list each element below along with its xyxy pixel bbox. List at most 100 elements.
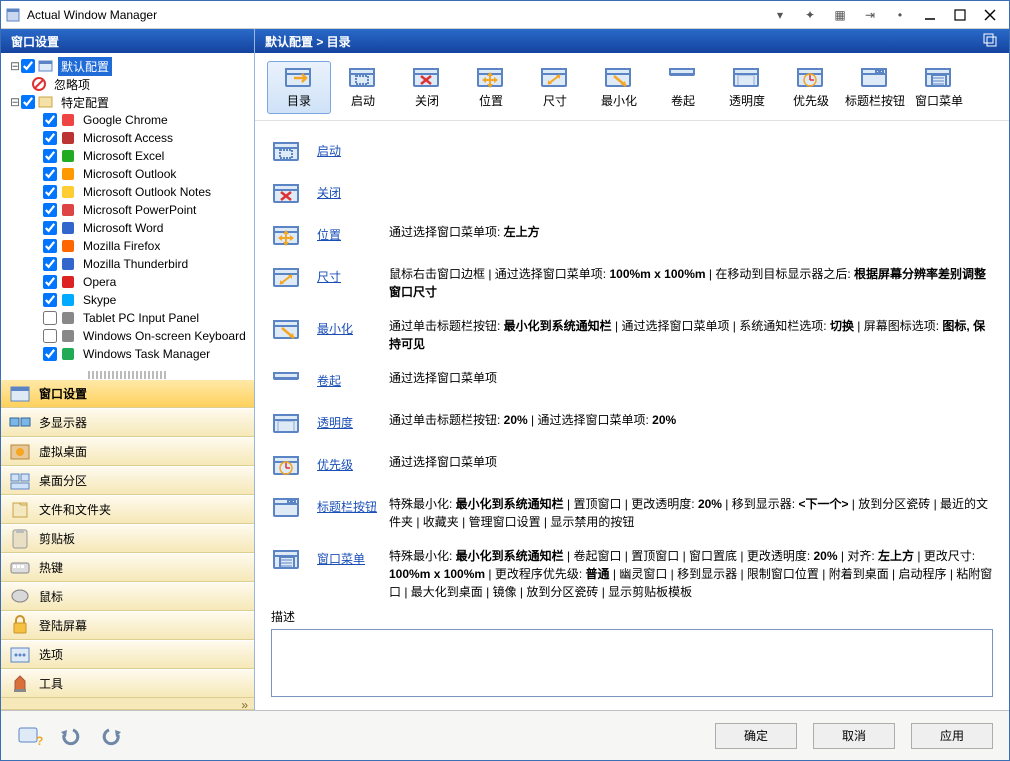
nav-item-10[interactable]: 工具 — [1, 669, 254, 698]
row-text: 特殊最小化: 最小化到系统通知栏 | 卷起窗口 | 置顶窗口 | 窗口置底 | … — [389, 547, 993, 601]
description-textarea[interactable] — [271, 629, 993, 697]
tree-checkbox[interactable] — [43, 131, 57, 145]
titlebar-extra-2[interactable]: ✦ — [795, 4, 825, 26]
toolbar-item[interactable]: 最小化 — [587, 61, 651, 114]
tree-checkbox[interactable] — [43, 113, 57, 127]
row-link-transparency[interactable]: 透明度 — [317, 411, 389, 431]
titlebar-extra-5[interactable]: • — [885, 4, 915, 26]
toolbar-icon — [284, 66, 314, 90]
toolbar-item[interactable]: 启动 — [331, 61, 395, 114]
svg-text:?: ? — [36, 734, 43, 747]
toolbar-item[interactable]: 目录 — [267, 61, 331, 114]
minimize-button[interactable] — [915, 4, 945, 26]
nav-item-2[interactable]: 虚拟桌面 — [1, 437, 254, 466]
tree-checkbox[interactable] — [43, 221, 57, 235]
row-link-minimize[interactable]: 最小化 — [317, 317, 389, 337]
nav-label: 多显示器 — [39, 414, 87, 431]
toolbar-item[interactable]: 窗口菜单 — [907, 61, 971, 114]
tree-item-app[interactable]: Tablet PC Input Panel — [80, 310, 202, 326]
tree-item-app[interactable]: Microsoft PowerPoint — [80, 202, 199, 218]
tree-item-ignore[interactable]: 忽略项 — [51, 75, 93, 94]
tree-checkbox[interactable] — [43, 257, 57, 271]
redo-icon[interactable] — [97, 724, 125, 748]
tree-checkbox[interactable] — [21, 95, 35, 109]
nav-item-9[interactable]: 选项 — [1, 640, 254, 669]
titlebar-extra-3[interactable]: ▦ — [825, 4, 855, 26]
toolbar-item[interactable]: 标题栏按钮 — [843, 61, 907, 114]
toolbar-item[interactable]: 位置 — [459, 61, 523, 114]
tree-checkbox[interactable] — [43, 149, 57, 163]
app-icon — [5, 7, 21, 23]
tree-item-app[interactable]: Microsoft Excel — [80, 148, 167, 164]
toolbar-item[interactable]: 关闭 — [395, 61, 459, 114]
splitter-handle[interactable] — [88, 371, 168, 379]
app-icon — [60, 256, 76, 272]
tree-item-app[interactable]: Opera — [80, 274, 119, 290]
maximize-button[interactable] — [945, 4, 975, 26]
tree-checkbox[interactable] — [43, 167, 57, 181]
row-link-close[interactable]: 关闭 — [317, 181, 389, 201]
tree-item-app[interactable]: Windows Task Manager — [80, 346, 213, 362]
close-button[interactable] — [975, 4, 1005, 26]
row-link-rollup[interactable]: 卷起 — [317, 369, 389, 389]
tree-item-app[interactable]: Mozilla Firefox — [80, 238, 163, 254]
toolbar-item[interactable]: 尺寸 — [523, 61, 587, 114]
titlebar-extra-4[interactable]: ⇥ — [855, 4, 885, 26]
nav-item-3[interactable]: 桌面分区 — [1, 466, 254, 495]
config-tree[interactable]: ⊟ 默认配置忽略项 ⊟ 特定配置Google Chrome Microsoft Acce… — [1, 53, 254, 371]
toolbar-label: 最小化 — [601, 92, 637, 109]
row-link-priority[interactable]: 优先级 — [317, 453, 389, 473]
tree-checkbox[interactable] — [21, 59, 35, 73]
row-link-size[interactable]: 尺寸 — [317, 265, 389, 285]
nav-label: 窗口设置 — [39, 385, 87, 402]
toolbar-icon — [668, 66, 698, 90]
tree-checkbox[interactable] — [43, 203, 57, 217]
nav-label: 工具 — [39, 675, 63, 692]
tree-item-app[interactable]: Google Chrome — [80, 112, 171, 128]
tree-checkbox[interactable] — [43, 347, 57, 361]
tree-item-app[interactable]: Skype — [80, 292, 119, 308]
panel-maximize-icon[interactable] — [983, 33, 999, 49]
tree-checkbox[interactable] — [43, 329, 57, 343]
nav-item-4[interactable]: 文件和文件夹 — [1, 495, 254, 524]
ok-button[interactable]: 确定 — [715, 723, 797, 749]
tree-checkbox[interactable] — [43, 275, 57, 289]
tree-checkbox[interactable] — [43, 311, 57, 325]
row-link-position[interactable]: 位置 — [317, 223, 389, 243]
setting-row-minimize: 最小化通过单击标题栏按钮: 最小化到系统通知栏 | 通过选择窗口菜单项 | 系统… — [271, 309, 993, 361]
toolbar-item[interactable]: 透明度 — [715, 61, 779, 114]
tree-item-app[interactable]: Microsoft Word — [80, 220, 166, 236]
apply-button[interactable]: 应用 — [911, 723, 993, 749]
nav-icon — [9, 644, 31, 666]
tree-item-specific[interactable]: 特定配置 — [58, 93, 112, 112]
nav-item-7[interactable]: 鼠标 — [1, 582, 254, 611]
tree-item-app[interactable]: Microsoft Outlook — [80, 166, 179, 182]
row-link-windowmenu[interactable]: 窗口菜单 — [317, 547, 389, 567]
help-icon[interactable]: ? — [17, 724, 45, 748]
tree-item-app[interactable]: Microsoft Access — [80, 130, 176, 146]
nav-item-1[interactable]: 多显示器 — [1, 408, 254, 437]
tree-checkbox[interactable] — [43, 293, 57, 307]
nav-icon — [9, 470, 31, 492]
cancel-button[interactable]: 取消 — [813, 723, 895, 749]
nav-item-5[interactable]: 剪贴板 — [1, 524, 254, 553]
toolbar-item[interactable]: 卷起 — [651, 61, 715, 114]
titlebar-extra-1[interactable]: ▾ — [765, 4, 795, 26]
tree-item-app[interactable]: Windows On-screen Keyboard — [80, 328, 249, 344]
app-title: Actual Window Manager — [27, 8, 157, 22]
nav-item-0[interactable]: 窗口设置 — [1, 379, 254, 408]
tree-expander[interactable]: ⊟ — [9, 95, 21, 109]
tree-checkbox[interactable] — [43, 239, 57, 253]
tree-checkbox[interactable] — [43, 185, 57, 199]
tree-item-app[interactable]: Mozilla Thunderbird — [80, 256, 191, 272]
tree-item-app[interactable]: Microsoft Outlook Notes — [80, 184, 214, 200]
tree-item-default[interactable]: 默认配置 — [58, 57, 112, 76]
undo-icon[interactable] — [57, 724, 85, 748]
nav-overflow[interactable]: » — [1, 698, 254, 710]
nav-item-8[interactable]: 登陆屏幕 — [1, 611, 254, 640]
toolbar-item[interactable]: 优先级 — [779, 61, 843, 114]
row-link-titlebuttons[interactable]: 标题栏按钮 — [317, 495, 389, 515]
nav-item-6[interactable]: 热键 — [1, 553, 254, 582]
tree-expander[interactable]: ⊟ — [9, 59, 21, 73]
row-link-startup[interactable]: 启动 — [317, 139, 389, 159]
